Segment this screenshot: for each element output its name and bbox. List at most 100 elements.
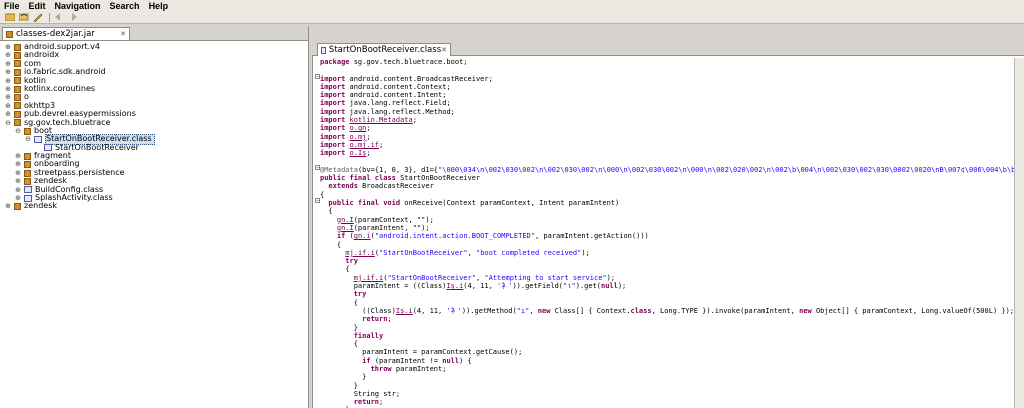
code-token: } — [320, 373, 367, 382]
code-line: import android.content.Intent; — [320, 91, 1016, 99]
code-token: Iş.i — [446, 282, 464, 291]
tab-jar-file[interactable]: classes-dex2jar.jar ✕ — [2, 27, 130, 40]
expand-icon[interactable]: ⊕ — [14, 194, 22, 202]
expand-icon[interactable]: ⊕ — [4, 77, 12, 85]
code-line: import java.lang.reflect.Field; — [320, 99, 1016, 107]
code-token: "boot completed received" — [475, 248, 582, 257]
code-line: { — [320, 191, 1016, 199]
fold-marker-annotation[interactable]: − — [315, 165, 320, 171]
code-token: ; — [379, 398, 384, 407]
tab-editor-class[interactable]: StartOnBootReceiver.class ✕ — [317, 43, 451, 56]
code-token: public final void — [320, 199, 405, 208]
code-line: } — [320, 382, 1016, 390]
code-line: if (gn.i("android.intent.action.BOOT_COM… — [320, 232, 1016, 240]
code-token: onReceive(Context paramContext, Intent p… — [404, 199, 620, 208]
code-token: "StartOnBootReceiver" — [387, 273, 476, 282]
menu-navigation[interactable]: Navigation — [51, 1, 106, 11]
expand-icon[interactable]: ⊕ — [14, 177, 22, 185]
code-token: sg.gov.tech.bluetrace.boot; — [353, 58, 468, 66]
code-token: android.content.BroadcastReceiver; — [349, 74, 493, 83]
code-token: { — [320, 340, 358, 349]
left-tab-bar: classes-dex2jar.jar ✕ — [0, 26, 308, 41]
tree-item[interactable]: ⊕ androidx — [0, 50, 308, 59]
package-icon — [14, 110, 21, 118]
expand-icon[interactable]: ⊕ — [14, 160, 22, 168]
expand-icon[interactable]: ⊕ — [4, 202, 12, 210]
code-token: paramIntent = paramContext.getCause(); — [320, 348, 523, 357]
open-icon[interactable] — [18, 13, 29, 22]
tool-icon[interactable] — [32, 13, 43, 22]
code-line: { — [320, 340, 1016, 348]
code-token: ).get( — [575, 282, 601, 291]
expand-icon[interactable]: ⊕ — [4, 68, 12, 76]
expand-icon[interactable]: ⊕ — [14, 152, 22, 160]
collapse-icon[interactable]: ⊖ — [14, 127, 22, 135]
collapse-icon[interactable]: ⊖ — [4, 119, 12, 127]
tab-editor-label: StartOnBootReceiver.class — [328, 45, 442, 55]
code-token: "ι" — [563, 282, 576, 291]
code-line: try — [320, 290, 1016, 298]
expand-icon[interactable]: ⊕ — [4, 60, 12, 68]
code-line: gn.I(paramIntent, ""); — [320, 224, 1016, 232]
package-tree: ⊕ android.support.v4 ⊕ androidx ⊕ com ⊕ io.fabr… — [0, 41, 308, 211]
code-token: new — [537, 306, 555, 315]
expand-icon[interactable]: ⊕ — [4, 43, 12, 51]
forward-icon[interactable] — [67, 13, 78, 22]
code-token: "StartOnBootReceiver" — [379, 248, 468, 257]
code-token: mj.if.i — [345, 248, 375, 257]
folder-icon[interactable] — [4, 13, 15, 22]
class-file-icon — [321, 46, 326, 54]
code-token: extends — [320, 182, 363, 191]
code-line: import o.Iş; — [320, 149, 1016, 157]
tree-item[interactable]: ⊕ kotlinx.coroutines — [0, 84, 308, 93]
expand-icon[interactable]: ⊕ — [4, 51, 12, 59]
code-token: import — [320, 116, 350, 125]
close-icon[interactable]: ✕ — [441, 46, 447, 54]
tree-item[interactable]: ⊕ zendesk — [0, 202, 308, 211]
code-line: String str; — [320, 390, 1016, 398]
menu-edit[interactable]: Edit — [25, 1, 51, 11]
expand-icon[interactable]: ⊕ — [14, 186, 22, 194]
code-token: Object[] { paramContext, Long.valueOf(50… — [815, 306, 1015, 315]
expand-icon[interactable]: ⊕ — [4, 102, 12, 110]
menu-search[interactable]: Search — [106, 1, 145, 11]
code-line: import java.lang.reflect.Method; — [320, 108, 1016, 116]
expand-icon[interactable]: ⊕ — [14, 169, 22, 177]
code-line: import o.gn; — [320, 124, 1016, 132]
fold-marker-class[interactable]: − — [315, 198, 320, 204]
back-icon[interactable] — [53, 13, 64, 22]
code-token: import — [320, 82, 350, 91]
close-icon[interactable]: ✕ — [120, 30, 126, 38]
tree-item[interactable]: ⊖ StartOnBootReceiver.class — [0, 134, 308, 145]
code-token: Class[] { Context. — [554, 306, 631, 315]
code-token: (paramIntent != — [374, 356, 443, 365]
menu-help[interactable]: Help — [145, 1, 174, 11]
code-token: if — [336, 232, 350, 241]
tab-jar-label: classes-dex2jar.jar — [16, 29, 95, 39]
code-line: paramIntent = paramContext.getCause(); — [320, 348, 1016, 356]
code-line: paramIntent = ((Class)Iş.i(4, 11, '衤')).… — [320, 282, 1016, 290]
code-token: BroadcastReceiver — [362, 182, 434, 191]
code-token: Iş.i — [395, 306, 413, 315]
fold-marker-imports[interactable]: − — [315, 74, 320, 80]
code-line: package sg.gov.tech.bluetrace.boot; — [320, 58, 1016, 66]
code-line: import kotlin.Metadata; — [320, 116, 1016, 124]
code-line: import o.mj; — [320, 133, 1016, 141]
code-token: paramIntent; — [395, 364, 447, 373]
tree-item[interactable]: ⊕ io.fabric.sdk.android — [0, 67, 308, 76]
code-token: ); — [581, 248, 590, 257]
package-icon — [14, 85, 21, 93]
expand-icon[interactable]: ⊕ — [4, 110, 12, 118]
code-line: import o.mj.if; — [320, 141, 1016, 149]
expand-icon[interactable]: ⊕ — [4, 85, 12, 93]
source-code[interactable]: package sg.gov.tech.bluetrace.boot; impor… — [320, 58, 1016, 408]
code-token: )).getMethod( — [461, 306, 517, 315]
expand-icon[interactable]: ⊕ — [4, 93, 12, 101]
vertical-scrollbar[interactable] — [1014, 58, 1024, 408]
menu-file[interactable]: File — [0, 1, 25, 11]
code-line: { — [320, 265, 1016, 273]
collapse-icon[interactable]: ⊖ — [24, 135, 32, 143]
